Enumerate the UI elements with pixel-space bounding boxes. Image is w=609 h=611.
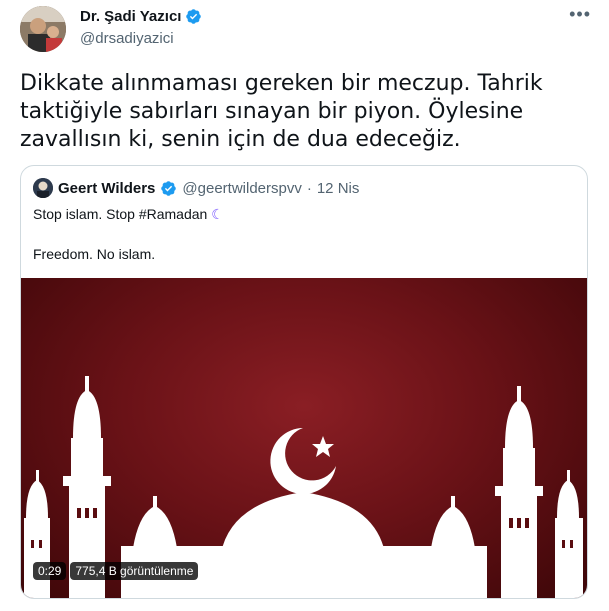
quoted-avatar <box>33 178 53 198</box>
author-name[interactable]: Dr. Şadi Yazıcı <box>80 8 181 25</box>
quoted-date: 12 Nis <box>316 179 360 197</box>
quoted-separator: · <box>306 179 312 197</box>
author-name-row: Dr. Şadi Yazıcı <box>80 8 202 25</box>
star-shape <box>312 436 334 457</box>
quoted-text-line2: Freedom. No islam. <box>33 246 156 262</box>
quoted-tweet[interactable]: Geert Wilders @geertwilderspvv · 12 Nis … <box>20 165 588 599</box>
author-avatar[interactable] <box>20 6 66 52</box>
video-duration-badge: 0:29 <box>33 562 67 580</box>
video-player[interactable]: 0:29 775,4 B görüntülenme <box>21 278 587 598</box>
crescent-moon-icon: ☾ <box>211 206 224 222</box>
quoted-text-line1-text: Stop islam. Stop #Ramadan <box>33 206 208 222</box>
quoted-author-name: Geert Wilders <box>58 179 156 197</box>
video-views-badge: 775,4 B görüntülenme <box>70 562 199 580</box>
quoted-avatar-photo <box>33 178 53 198</box>
mosque-silhouette-image <box>24 376 583 598</box>
quoted-verified-badge-icon <box>161 180 177 196</box>
quoted-tweet-header: Geert Wilders @geertwilderspvv · 12 Nis <box>33 178 359 198</box>
tweet-card: Dr. Şadi Yazıcı @drsadiyazici ••• Dikkat… <box>0 0 609 611</box>
tweet-text: Dikkate alınmaması gereken bir meczup. T… <box>20 71 543 152</box>
avatar-photo <box>20 6 66 52</box>
verified-badge-icon <box>186 9 202 24</box>
author-handle[interactable]: @drsadiyazici <box>80 30 174 47</box>
quoted-author-handle: @geertwilderspvv <box>182 179 302 197</box>
video-info-badges: 0:29 775,4 B görüntülenme <box>33 562 199 580</box>
more-horizontal-icon[interactable]: ••• <box>569 4 591 25</box>
quoted-text-line1: Stop islam. Stop #Ramadan ☾ <box>33 206 224 223</box>
